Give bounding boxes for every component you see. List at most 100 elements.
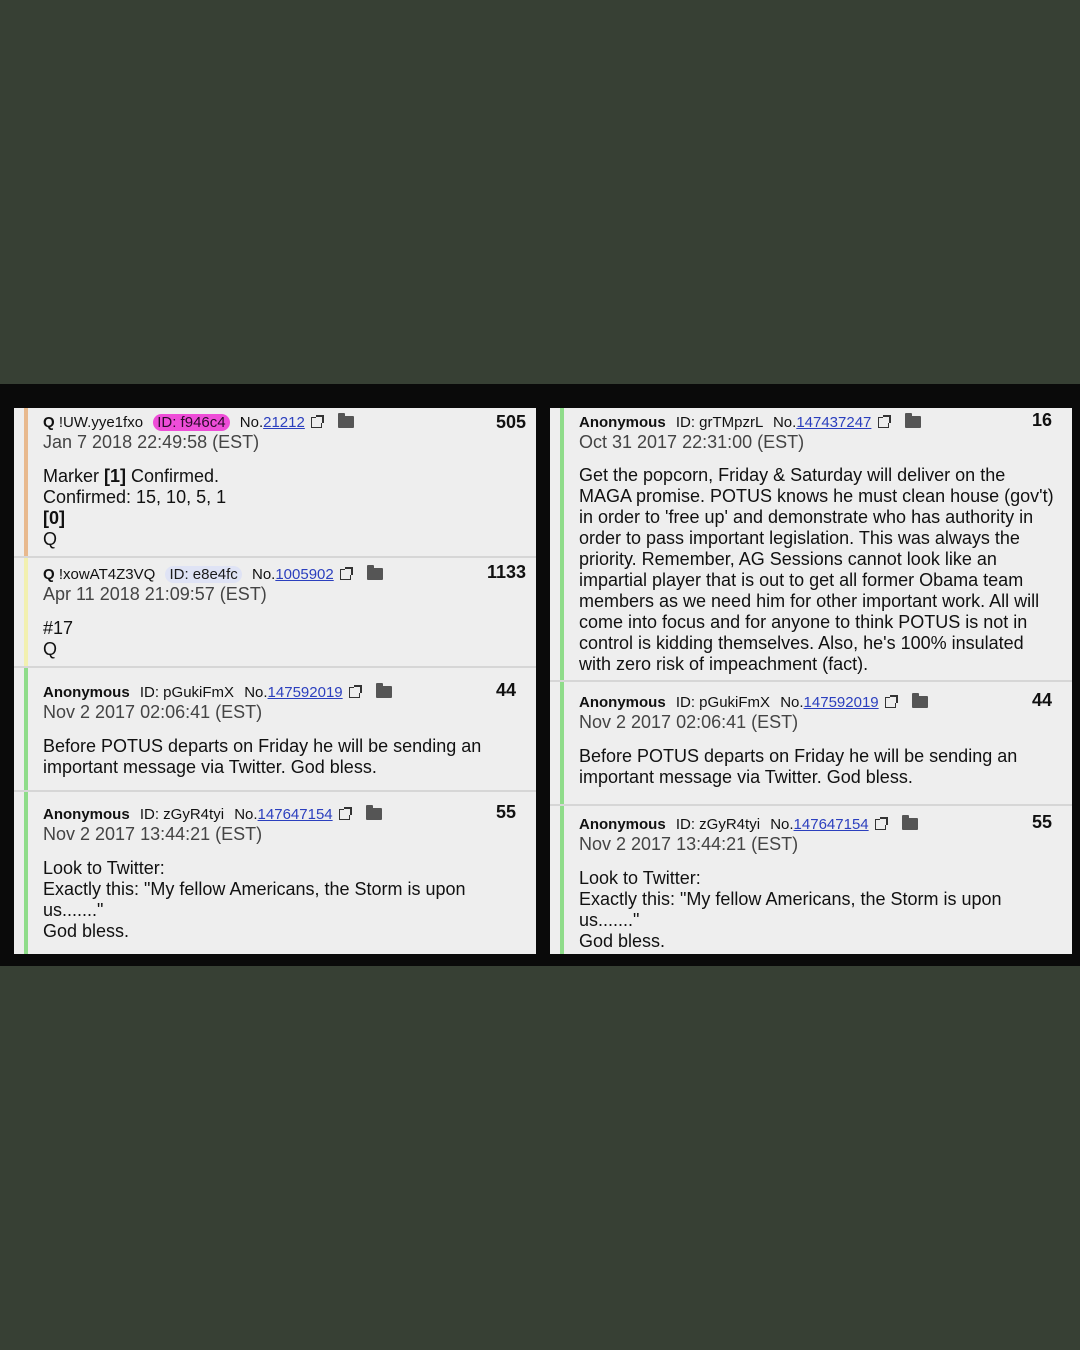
- reply-count: 44: [495, 680, 516, 700]
- folder-icon[interactable]: [904, 413, 921, 428]
- body-line: Exactly this: "My fellow Americans, the …: [43, 879, 466, 899]
- poster-name: Anonymous: [579, 694, 666, 711]
- post-body: #17 Q: [43, 618, 528, 660]
- reply-count: 44: [1031, 690, 1052, 710]
- folder-icon[interactable]: [338, 413, 355, 428]
- post-date: Nov 2 2017 13:44:21 (EST): [579, 834, 799, 854]
- folder-icon[interactable]: [375, 683, 392, 698]
- folder-icon[interactable]: [367, 565, 384, 580]
- post-bar: [560, 408, 564, 680]
- body-line: us.......": [43, 900, 104, 920]
- post-date: Oct 31 2017 22:31:00 (EST): [579, 432, 805, 452]
- left-panel: Q !UW.yye1fxo ID: f946c4 No.21212 Jan 7 …: [14, 408, 536, 954]
- right-panel: Anonymous ID: grTMpzrL No.147437247 Oct …: [550, 408, 1072, 954]
- external-link-icon[interactable]: [338, 807, 352, 820]
- post-anon-147647154: Anonymous ID: zGyR4tyi No.147647154 Nov …: [14, 792, 536, 954]
- reply-count: 55: [1031, 812, 1052, 832]
- post-header: Anonymous ID: zGyR4tyi No.147647154: [43, 805, 526, 823]
- post-number[interactable]: No.147437247: [773, 414, 871, 431]
- folder-icon[interactable]: [365, 805, 382, 820]
- body-line: us.......": [579, 910, 640, 930]
- folder-icon[interactable]: [901, 815, 918, 830]
- body-line: in order to 'free up' and demonstrate wh…: [579, 507, 1034, 527]
- post-number[interactable]: No.147647154: [770, 816, 868, 833]
- body-line: [0]: [43, 508, 65, 528]
- post-body: Before POTUS departs on Friday he will b…: [43, 736, 528, 778]
- poster-name: Anonymous: [579, 414, 666, 431]
- post-number-link[interactable]: 147647154: [794, 816, 869, 833]
- body-line: Exactly this: "My fellow Americans, the …: [579, 889, 1002, 909]
- poster-id-badge[interactable]: ID: f946c4: [153, 414, 230, 431]
- body-line: come into focus and for anyone to think …: [579, 612, 1028, 632]
- body-line: Confirmed: 15, 10, 5, 1: [43, 487, 227, 507]
- poster-id-badge[interactable]: ID: grTMpzrL: [676, 414, 763, 431]
- post-date: Nov 2 2017 02:06:41 (EST): [43, 702, 263, 722]
- body-line: God bless.: [579, 931, 666, 951]
- reply-count: 16: [1031, 410, 1052, 430]
- body-line: order to pass important legislation. Thi…: [579, 528, 1020, 548]
- post-number[interactable]: No.147592019: [780, 694, 878, 711]
- post-number-prefix: No.: [772, 414, 797, 431]
- external-link-icon[interactable]: [311, 415, 324, 428]
- reply-count: 1133: [486, 562, 526, 582]
- body-line: Before POTUS departs on Friday he will b…: [579, 746, 1018, 766]
- poster-id-badge[interactable]: ID: zGyR4tyi: [140, 806, 224, 823]
- body-line: Q: [43, 529, 58, 549]
- post-number[interactable]: No.147647154: [234, 806, 332, 823]
- poster-id-badge[interactable]: ID: e8e4fc: [165, 566, 242, 583]
- body-line: Get the popcorn, Friday & Saturday will …: [579, 465, 1006, 485]
- post-anon-147592019: Anonymous ID: pGukiFmX No.147592019 Nov …: [14, 668, 536, 792]
- post-number-link[interactable]: 147647154: [258, 806, 333, 823]
- body-line: Look to Twitter:: [579, 868, 701, 888]
- post-date: Nov 2 2017 02:06:41 (EST): [579, 712, 799, 732]
- post-number[interactable]: No.21212: [240, 414, 305, 431]
- poster-name: Q: [43, 414, 55, 431]
- post-anon-147592019: Anonymous ID: pGukiFmX No.147592019 Nov …: [550, 682, 1072, 806]
- post-number-prefix: No.: [244, 684, 268, 701]
- body-line: Q: [43, 639, 58, 659]
- post-body: Get the popcorn, Friday & Saturday will …: [579, 465, 1068, 675]
- post-anon-147647154: Anonymous ID: zGyR4tyi No.147647154 Nov …: [550, 806, 1072, 954]
- post-anon-147437247: Anonymous ID: grTMpzrL No.147437247 Oct …: [550, 408, 1072, 682]
- post-header: Anonymous ID: zGyR4tyi No.147647154: [579, 815, 1062, 833]
- poster-id-badge[interactable]: ID: zGyR4tyi: [676, 816, 760, 833]
- body-line: #17: [43, 618, 74, 638]
- post-header: Q !UW.yye1fxo ID: f946c4 No.21212: [43, 413, 526, 431]
- post-bar: [24, 408, 28, 556]
- external-link-icon[interactable]: [339, 567, 353, 580]
- post-bar: [24, 558, 28, 666]
- folder-icon[interactable]: [911, 693, 928, 708]
- external-link-icon[interactable]: [874, 817, 888, 830]
- post-q-21212: Q !UW.yye1fxo ID: f946c4 No.21212 Jan 7 …: [14, 408, 536, 558]
- external-link-icon[interactable]: [884, 695, 898, 708]
- body-line: Before POTUS departs on Friday he will b…: [43, 736, 482, 756]
- post-number-link[interactable]: 1005902: [275, 566, 333, 583]
- post-number-link[interactable]: 147592019: [268, 684, 343, 701]
- poster-name: Anonymous: [43, 684, 130, 701]
- body-line: important message via Twitter. God bless…: [43, 757, 377, 777]
- body-line: important message via Twitter. God bless…: [579, 767, 913, 787]
- poster-id-badge[interactable]: ID: pGukiFmX: [140, 684, 234, 701]
- body-line: with zero risk of impeachment (fact).: [579, 654, 869, 674]
- body-line: control is kidding themselves. Also, he'…: [579, 633, 1024, 653]
- post-number[interactable]: No.147592019: [244, 684, 342, 701]
- body-line: priority. Remember, AG Sessions cannot l…: [579, 549, 997, 569]
- post-number[interactable]: No.1005902: [252, 566, 334, 583]
- post-header: Q !xowAT4Z3VQ ID: e8e4fc No.1005902: [43, 565, 526, 583]
- post-date: Nov 2 2017 13:44:21 (EST): [43, 824, 263, 844]
- body-line: Look to Twitter:: [43, 858, 165, 878]
- post-number-link[interactable]: 21212: [263, 414, 305, 431]
- post-number-link[interactable]: 147437247: [796, 414, 871, 431]
- external-link-icon[interactable]: [348, 685, 362, 698]
- post-bar: [560, 806, 564, 954]
- poster-id-badge[interactable]: ID: pGukiFmX: [676, 694, 770, 711]
- post-bar: [24, 668, 28, 790]
- post-number-prefix: No.: [770, 816, 794, 833]
- body-line: MAGA promise. POTUS knows he must clean …: [579, 486, 1054, 506]
- post-number-link[interactable]: 147592019: [804, 694, 879, 711]
- poster-trip: !UW.yye1fxo: [58, 414, 144, 431]
- external-link-icon[interactable]: [877, 415, 891, 428]
- post-number-prefix: No.: [251, 566, 276, 583]
- post-date: Jan 7 2018 22:49:58 (EST): [43, 432, 260, 452]
- post-number-prefix: No.: [234, 806, 258, 823]
